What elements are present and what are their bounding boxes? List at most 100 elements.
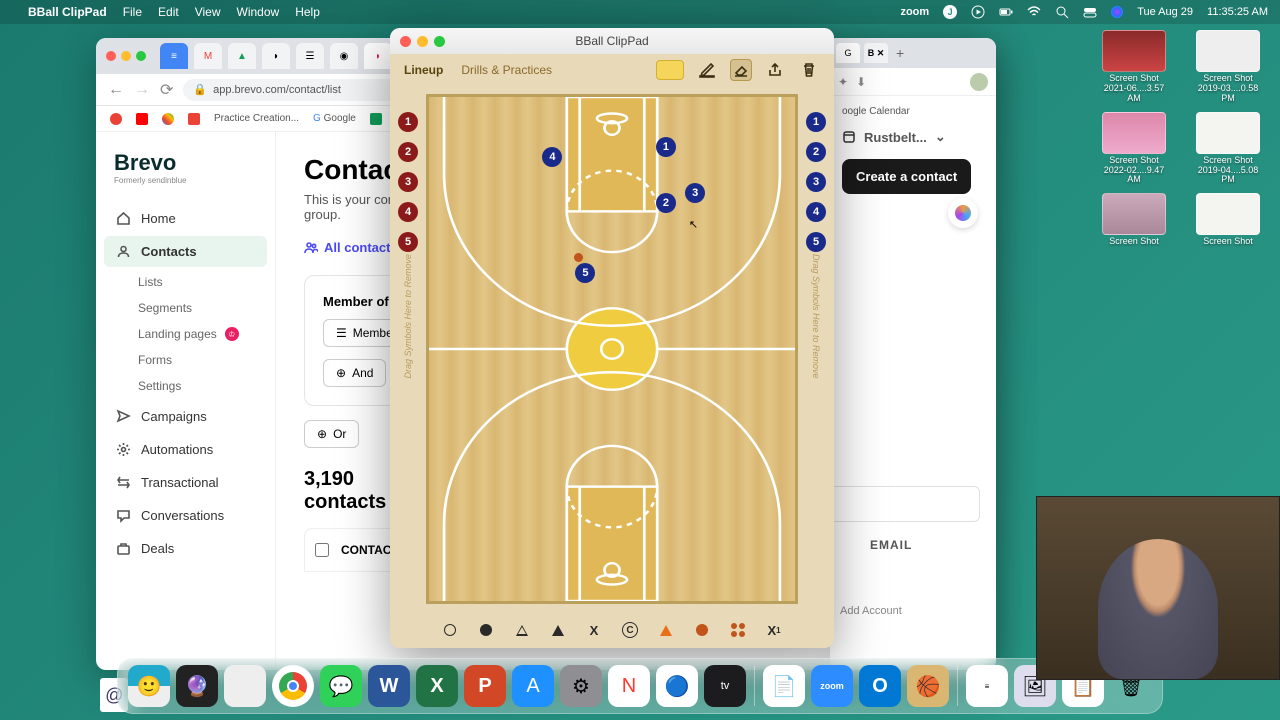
menu-help[interactable]: Help [295,5,320,19]
bookmark-item[interactable]: G Google [313,113,356,124]
share-tool-icon[interactable] [764,59,786,81]
dock-app[interactable]: 📄 [763,665,805,707]
shape-circle-fill[interactable] [478,622,494,638]
filter-and-button[interactable]: ⊕And [323,359,386,387]
shape-balls-grid[interactable] [730,622,746,638]
menubar-control-center-icon[interactable] [1083,5,1097,19]
desktop-file[interactable]: Screen Shot2019-03....0.58 PM [1190,30,1266,104]
player-token-red[interactable]: 2 [398,142,418,162]
dock-clippad[interactable]: 🏀 [907,665,949,707]
edit-tool-icon[interactable] [696,59,718,81]
filter-or-button[interactable]: ⊕Or [304,420,359,448]
dock-siri[interactable]: 🔮 [176,665,218,707]
sidebar-item-transactional[interactable]: Transactional [104,467,267,498]
tab-lineup[interactable]: Lineup [404,63,443,77]
menu-edit[interactable]: Edit [158,5,179,19]
dock-app[interactable]: 🔵 [656,665,698,707]
traffic-light-minimize[interactable] [417,36,428,47]
basketball-court[interactable]: 41325 ↖ [426,94,798,604]
player-token-red[interactable]: 1 [398,112,418,132]
app-icon[interactable] [948,198,978,228]
desktop-file[interactable]: Screen Shot2022-02....9.47 AM [1096,112,1172,186]
menubar-play-icon[interactable] [971,5,985,19]
bookmark-item[interactable]: Practice Creation... [214,113,299,124]
dock-word[interactable]: W [368,665,410,707]
bookmark-item[interactable] [110,113,122,125]
menu-view[interactable]: View [195,5,221,19]
player-token-blue[interactable]: 1 [806,112,826,132]
traffic-light-close[interactable] [400,36,411,47]
sidebar-item-lists[interactable]: Lists [104,269,267,295]
extension-icon[interactable]: ✦ [838,75,848,89]
sidebar-item-conversations[interactable]: Conversations [104,500,267,531]
menubar-time[interactable]: 11:35:25 AM [1207,6,1268,18]
shape-x[interactable]: X [586,622,602,638]
menubar-battery-icon[interactable] [999,5,1013,19]
browser-tab[interactable]: ◗ [364,43,392,69]
player-token-blue[interactable]: 3 [806,172,826,192]
sidebar-item-campaigns[interactable]: Campaigns [104,401,267,432]
menubar-date[interactable]: Tue Aug 29 [1137,6,1193,18]
shape-cone[interactable] [658,622,674,638]
sticky-note-tool[interactable] [656,60,684,80]
add-account-link[interactable]: Add Account [840,605,902,617]
sidebar-item-contacts[interactable]: Contacts [104,236,267,267]
menubar-search-icon[interactable] [1055,5,1069,19]
bookmark-item[interactable]: oogle Calendar [842,106,984,117]
player-on-court[interactable]: 2 [656,193,676,213]
account-selector[interactable]: Rustbelt... ⌄ [842,129,984,145]
bookmark-item[interactable] [370,113,382,125]
eraser-tool-icon[interactable] [730,59,752,81]
dock-messages[interactable]: 💬 [320,665,362,707]
menu-file[interactable]: File [123,5,142,19]
desktop-file[interactable]: Screen Shot2021-06....3.57 AM [1096,30,1172,104]
menubar-siri-icon[interactable] [1111,6,1123,18]
player-token-blue[interactable]: 4 [806,202,826,222]
desktop-file[interactable]: Screen Shot [1190,193,1266,247]
browser-tab[interactable]: ≡ [160,43,188,69]
traffic-light-zoom[interactable] [434,36,445,47]
browser-tab[interactable]: ◗ [262,43,290,69]
dock-appstore[interactable]: A [512,665,554,707]
new-tab-button[interactable]: + [892,45,908,61]
shape-triangle-fill[interactable] [550,622,566,638]
desktop-file[interactable]: Screen Shot [1096,193,1172,247]
sidebar-item-forms[interactable]: Forms [104,347,267,373]
bookmark-item[interactable] [136,113,148,125]
shape-coach[interactable]: C [622,622,638,638]
column-header-email[interactable]: EMAIL [870,538,912,552]
dock-outlook[interactable]: O [859,665,901,707]
sidebar-item-settings[interactable]: Settings [104,373,267,399]
player-token-red[interactable]: 5 [398,232,418,252]
dock-appletv[interactable]: tv [704,665,746,707]
nav-reload-icon[interactable]: ⟳ [160,80,173,100]
sidebar-item-deals[interactable]: Deals [104,533,267,564]
dock-finder[interactable]: 🙂 [128,665,170,707]
dock-minimized[interactable]: ≡ [966,665,1008,707]
menubar-zoom[interactable]: zoom [900,6,929,18]
clippad-titlebar[interactable]: BBall ClipPad [390,28,834,54]
menubar-user-icon[interactable]: J [943,5,957,19]
bookmark-item[interactable] [162,113,174,125]
bookmark-item[interactable] [188,113,200,125]
nav-back-icon[interactable]: ← [108,81,124,99]
webcam-overlay[interactable] [1036,496,1280,680]
menu-window[interactable]: Window [237,5,280,19]
basketball-marker[interactable] [574,253,583,262]
dock-chrome[interactable] [272,665,314,707]
dock-excel[interactable]: X [416,665,458,707]
player-token-red[interactable]: 4 [398,202,418,222]
shape-triangle-outline[interactable] [514,622,530,638]
tab-drills[interactable]: Drills & Practices [461,63,552,77]
browser-tab[interactable]: ☰ [296,43,324,69]
sidebar-item-home[interactable]: Home [104,203,267,234]
browser-tab[interactable]: M [194,43,222,69]
menubar-app-name[interactable]: BBall ClipPad [28,5,107,19]
nav-forward-icon[interactable]: → [134,81,150,99]
trash-tool-icon[interactable] [798,59,820,81]
menubar-wifi-icon[interactable] [1027,5,1041,19]
select-all-checkbox[interactable] [315,543,329,557]
sidebar-item-automations[interactable]: Automations [104,434,267,465]
browser-tab[interactable]: G [836,43,860,63]
dock-settings[interactable]: ⚙ [560,665,602,707]
